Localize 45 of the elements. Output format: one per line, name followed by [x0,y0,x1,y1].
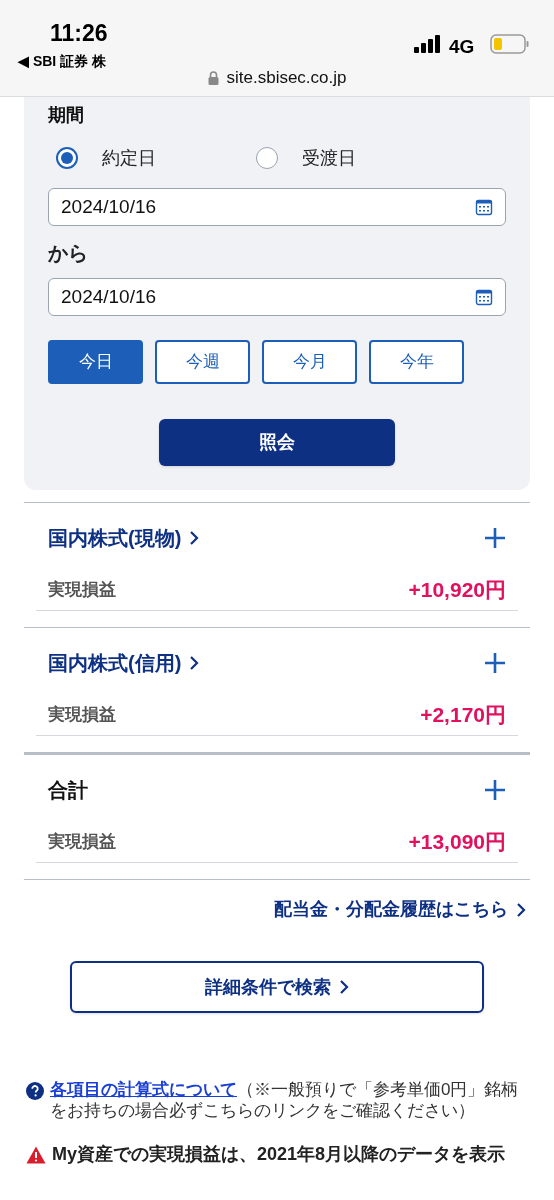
period-label: 期間 [48,104,85,127]
radio-option[interactable]: 約定日 [56,144,256,172]
quick-date-button[interactable]: 今日 [48,340,143,384]
back-to-app-link[interactable]: ◀ SBI 証券 株 [18,51,106,72]
radio-button[interactable] [256,147,278,169]
network-label: 4G [449,35,475,59]
chevron-icon [189,530,200,546]
signal-icon [414,35,442,53]
section-title-link[interactable]: 国内株式(現物) [48,523,200,553]
battery-icon [490,34,530,54]
dividend-history-link[interactable]: 配当金・分配金履歴はこちら [274,896,526,923]
lock-icon [207,70,219,85]
chevron-icon [516,901,526,918]
calendar-icon[interactable] [475,198,493,216]
row-label: 実現損益 [48,703,116,726]
row-label: 実現損益 [48,830,116,853]
warning-icon [26,1146,46,1164]
section-title: 合計 [48,778,88,803]
quick-date-button[interactable]: 今月 [262,340,357,384]
chevron-icon [339,979,349,995]
expand-button[interactable] [484,652,506,674]
submit-button[interactable]: 照会 [159,419,395,466]
help-icon [26,1082,44,1100]
row-label: 実現損益 [48,578,116,601]
expand-button[interactable] [484,527,506,549]
quick-date-button[interactable]: 今週 [155,340,250,384]
section-title-link[interactable]: 国内株式(信用) [48,648,200,678]
clock: 11:26 [50,19,108,48]
note-text: 各項目の計算式について（※一般預りで「参考単価0円」銘柄をお持ちの場合必ずこちらのリンクをご確認ください） [50,1079,520,1121]
from-label: から [48,241,89,266]
chevron-icon [189,655,200,671]
formula-link[interactable]: 各項目の計算式について [50,1080,237,1099]
expand-button[interactable] [484,779,506,801]
date-field[interactable]: 2024/10/16 [48,188,506,226]
advanced-search-button[interactable]: 詳細条件で検索 [70,961,484,1013]
date-field[interactable]: 2024/10/16 [48,278,506,316]
radio-option[interactable]: 受渡日 [256,144,456,172]
radio-button[interactable] [56,147,78,169]
calendar-icon[interactable] [475,288,493,306]
profit-value: +13,090円 [408,828,506,855]
profit-value: +10,920円 [408,576,506,603]
url-text: site.sbisec.co.jp [226,67,347,89]
warning-text: My資産での実現損益は、2021年8月以降のデータを表示 [52,1143,506,1165]
profit-value: +2,170円 [420,701,506,728]
quick-date-button[interactable]: 今年 [369,340,464,384]
